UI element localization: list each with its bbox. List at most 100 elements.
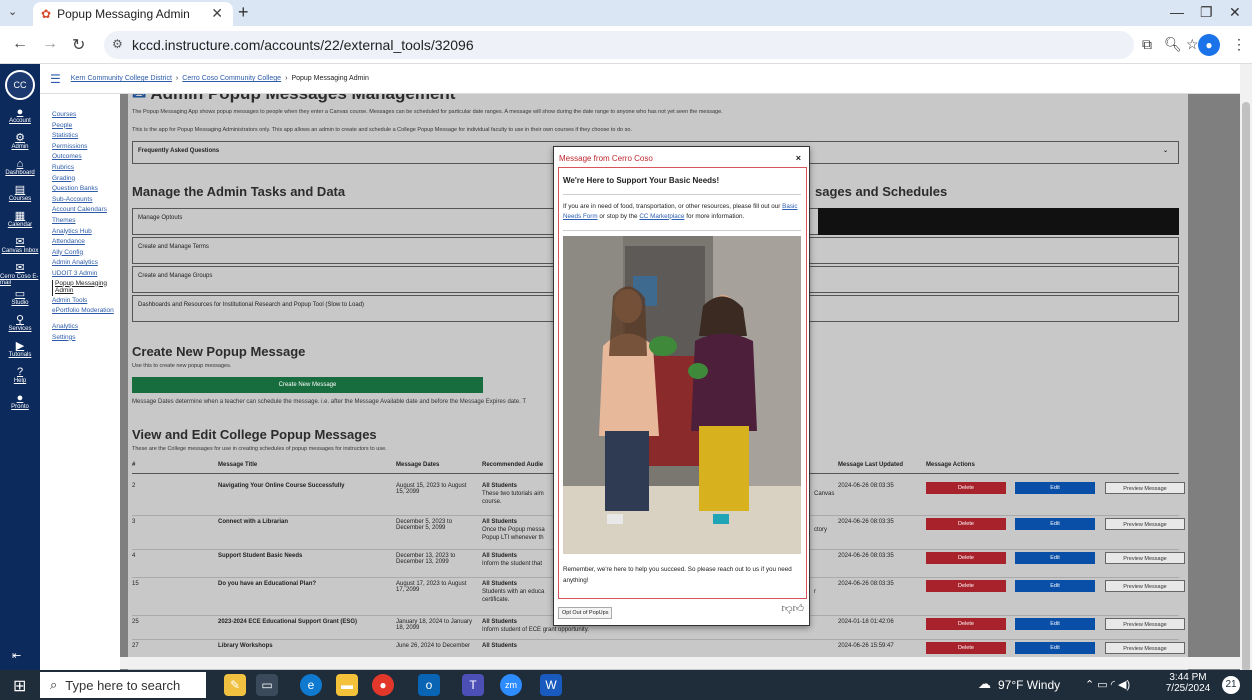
create-new-message-button[interactable]: Create New Message [132,377,483,393]
horizontal-scrollbar[interactable] [120,657,1240,669]
sub-nav-people[interactable]: People [52,121,118,132]
global-nav-admin[interactable]: ⚙ Admin [0,132,40,154]
preview-message-button[interactable]: Preview Message [1105,642,1185,654]
delete-button[interactable]: Delete [926,580,1006,592]
site-info-icon[interactable]: ⚙ [112,37,123,51]
task-view-icon[interactable]: ▭ [256,674,278,696]
sub-nav-statistics[interactable]: Statistics [52,131,118,142]
collapse-nav-icon[interactable]: ⇤ [12,649,21,662]
chrome-icon[interactable]: ● [372,674,394,696]
delete-button[interactable]: Delete [926,618,1006,630]
outlook-icon[interactable]: o [418,674,440,696]
edge-icon[interactable]: e [300,674,322,696]
sub-nav-attendance[interactable]: Attendance [52,237,118,248]
browser-tab[interactable]: ✿ Popup Messaging Admin ✕ [33,2,233,26]
sub-nav-grading[interactable]: Grading [52,174,118,185]
taskbar-search[interactable]: ⌕ Type here to search [40,672,206,698]
weather-text[interactable]: 97°F Windy [998,678,1060,692]
vertical-scrollbar[interactable] [1240,64,1252,672]
edit-button[interactable]: Edit [1015,518,1095,530]
global-nav-studio[interactable]: ▭ Studio [0,288,40,310]
global-nav-dashboard[interactable]: ⌂ Dashboard [0,158,40,180]
sub-nav-permissions[interactable]: Permissions [52,142,118,153]
sub-nav-udoit-3-admin[interactable]: UDOIT 3 Admin [52,269,118,280]
zoom-app-icon[interactable]: zm [500,674,522,696]
preview-message-button[interactable]: Preview Message [1105,518,1185,530]
college-logo[interactable]: CC [5,70,35,100]
opt-out-button[interactable]: Opt Out of PopUps [558,607,613,619]
back-icon[interactable]: ← [12,35,28,53]
preview-message-button[interactable]: Preview Message [1105,618,1185,630]
sub-nav-courses[interactable]: Courses [52,110,118,121]
delete-button[interactable]: Delete [926,642,1006,654]
teams-icon[interactable]: T [462,674,484,696]
preview-message-button[interactable]: Preview Message [1105,580,1185,592]
maximize-icon[interactable]: ❐ [1200,4,1213,21]
global-nav-help[interactable]: ? Help [0,366,40,388]
sub-nav-eportfolio-moderation[interactable]: ePortfolio Moderation [52,306,118,322]
edit-button[interactable]: Edit [1015,642,1095,654]
close-tab-icon[interactable]: ✕ [211,5,223,22]
sub-nav-rubrics[interactable]: Rubrics [52,163,118,174]
delete-button[interactable]: Delete [926,482,1006,494]
word-icon[interactable]: W [540,674,562,696]
sub-nav-account-calendars[interactable]: Account Calendars [52,205,118,216]
scrollbar-thumb[interactable] [1242,102,1250,672]
breadcrumb-college[interactable]: Cerro Coso Community College [182,75,281,82]
global-nav-canvas-inbox[interactable]: ✉ Canvas Inbox [0,236,40,258]
sub-nav-admin-tools[interactable]: Admin Tools [52,296,118,307]
windows-start-icon[interactable]: ⊞ [13,676,26,696]
url-field[interactable]: ⚙ kccd.instructure.com/accounts/22/exter… [104,31,1134,59]
close-icon[interactable]: × [796,153,801,163]
clock[interactable]: 3:44 PM 7/25/2024 [1162,672,1214,694]
cell-id: 15 [132,581,139,587]
edit-button[interactable]: Edit [1015,580,1095,592]
global-nav-courses[interactable]: ▤ Courses [0,184,40,206]
sub-nav-analytics[interactable]: Analytics [52,322,118,333]
sub-nav-popup-messaging-admin[interactable]: Popup Messaging Admin [52,279,118,296]
edit-button[interactable]: Edit [1015,482,1095,494]
global-nav-tutorials[interactable]: ▶ Tutorials [0,340,40,362]
sub-nav-admin-analytics[interactable]: Admin Analytics [52,258,118,269]
edit-button[interactable]: Edit [1015,552,1095,564]
global-nav-account[interactable]: ● Account [0,106,40,128]
minimize-icon[interactable]: — [1170,4,1184,20]
sub-nav-settings[interactable]: Settings [52,333,118,344]
global-nav-calendar[interactable]: ▦ Calendar [0,210,40,232]
sub-nav-question-banks[interactable]: Question Banks [52,184,118,195]
global-nav-services[interactable]: ⚲ Services [0,314,40,336]
install-icon[interactable]: ⧉ [1142,36,1152,53]
global-nav-label: Account [9,118,31,124]
tab-search-icon[interactable]: ⌄ [8,5,17,18]
notification-badge[interactable]: 21 [1222,676,1240,694]
preview-message-button[interactable]: Preview Message [1105,552,1185,564]
sub-nav-outcomes[interactable]: Outcomes [52,152,118,163]
new-tab-button[interactable]: + [238,2,249,23]
thumbs-feedback-icon[interactable]: 👎︎👍︎ [781,602,804,615]
sub-nav-sub-accounts[interactable]: Sub-Accounts [52,195,118,206]
browser-tab-strip: ⌄ ✿ Popup Messaging Admin ✕ + — ❐ ✕ [0,0,1252,26]
sub-nav-analytics-hub[interactable]: Analytics Hub [52,227,118,238]
reload-icon[interactable]: ↻ [72,35,85,55]
bookmark-star-icon[interactable]: ☆ [1186,36,1199,53]
breadcrumb-district[interactable]: Kern Community College District [71,75,172,82]
edit-button[interactable]: Edit [1015,618,1095,630]
forward-icon[interactable]: → [42,35,58,53]
cc-marketplace-link[interactable]: CC Marketplace [639,213,684,220]
profile-avatar[interactable]: ● [1198,34,1220,56]
system-tray-icons[interactable]: ⌃ ▭ ◜ ◀) [1085,678,1130,691]
sub-nav-ally-config[interactable]: Ally Config [52,248,118,259]
close-window-icon[interactable]: ✕ [1229,4,1241,21]
global-nav-cerro-coso-e-mail[interactable]: ✉ Cerro Coso E-mail [0,262,40,286]
global-nav-pronto[interactable]: ● Pronto [0,392,40,414]
browser-menu-icon[interactable]: ⋮ [1232,36,1246,53]
file-explorer-icon[interactable]: ▬ [336,674,358,696]
widget-icon[interactable]: ✎ [224,674,246,696]
hamburger-menu-icon[interactable]: ☰ [50,72,61,86]
cell-title: Do you have an Educational Plan? [218,581,317,587]
zoom-icon[interactable]: 🔍︎ [1164,36,1182,53]
delete-button[interactable]: Delete [926,518,1006,530]
preview-message-button[interactable]: Preview Message [1105,482,1185,494]
sub-nav-themes[interactable]: Themes [52,216,118,227]
delete-button[interactable]: Delete [926,552,1006,564]
